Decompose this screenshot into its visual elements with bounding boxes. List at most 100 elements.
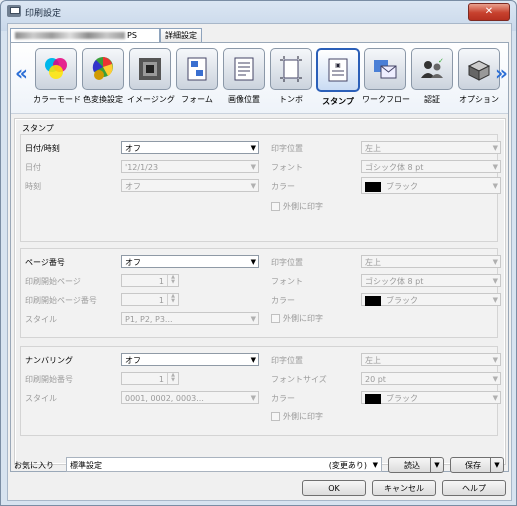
tool-image-position[interactable]: 画像位置 (221, 47, 267, 109)
stamp-icon: ▣ (328, 58, 348, 82)
stamp-section: スタンプ 日付/時刻 オフ ▼ 日付 '12/1/23 ▼ 時刻 オフ ▼ 印字位置 … (14, 118, 506, 465)
image-position-icon (234, 57, 254, 81)
position-value: 左上 (365, 144, 381, 153)
page-number-group: ページ番号 オフ ▼ 印刷開始ページ 1 ▲ ▼ 印刷開始ページ番号 1 ▲ ▼ スタイル… (20, 248, 501, 338)
page-position-select[interactable]: 左上 ▼ (361, 255, 501, 268)
chevron-down-icon: ▼ (492, 182, 498, 190)
tool-color-mode[interactable]: カラーモード (33, 47, 81, 109)
scroll-left-icon[interactable]: « (15, 61, 28, 85)
page-number-select[interactable]: オフ ▼ (121, 255, 259, 268)
tab-advanced[interactable]: 詳細設定 (160, 28, 202, 43)
tool-label: イメージング (127, 95, 175, 104)
svg-text:▣: ▣ (335, 62, 341, 69)
numbering-color-select[interactable]: ブラック ▼ (361, 391, 501, 404)
tool-workflow[interactable]: ワークフロー (362, 47, 410, 109)
time-label: 時刻 (25, 182, 41, 191)
tool-color-conversion[interactable]: 色変換設定 (80, 47, 126, 109)
time-select[interactable]: オフ ▼ (121, 179, 259, 192)
date-select[interactable]: '12/1/23 ▼ (121, 160, 259, 173)
cancel-button[interactable]: キャンセル (372, 480, 436, 496)
tool-label: オプション (459, 95, 499, 104)
datetime-position-select[interactable]: 左上 ▼ (361, 141, 501, 154)
color-wheel-icon (92, 57, 113, 80)
chevron-down-icon: ▼ (250, 394, 256, 402)
datetime-color-select[interactable]: ブラック ▼ (361, 177, 501, 194)
ok-button[interactable]: OK (302, 480, 366, 496)
print-settings-window: 印刷設定 ✕ PS 詳細設定 « カラーモード 色変換設定 イメージング フォー… (0, 0, 517, 506)
time-value: オフ (125, 182, 141, 191)
load-label: 読込 (404, 461, 420, 470)
start-number-stepper[interactable]: 1 ▲ ▼ (121, 372, 179, 385)
save-label: 保存 (465, 461, 481, 470)
page-number-label: ページ番号 (25, 258, 65, 267)
scroll-right-icon[interactable]: » (495, 61, 508, 85)
stepper-arrows-icon[interactable]: ▲ ▼ (167, 373, 178, 384)
load-button[interactable]: 読込 ▼ (388, 457, 444, 473)
tool-label: 認証 (424, 95, 440, 104)
numbering-font-size-select[interactable]: 20 pt ▼ (361, 372, 501, 385)
tool-label: ワークフロー (362, 95, 410, 104)
start-page-number-label: 印刷開始ページ番号 (25, 296, 97, 305)
tool-crop-marks[interactable]: トンボ (268, 47, 314, 109)
chevron-down-icon: ▼ (492, 144, 498, 152)
numbering-select[interactable]: オフ ▼ (121, 353, 259, 366)
tool-imaging[interactable]: イメージング (127, 47, 175, 109)
checkbox-label: 外側に印字 (283, 314, 323, 323)
numbering-style-label: スタイル (25, 394, 57, 403)
start-number-value: 1 (158, 375, 164, 384)
chevron-down-icon: ▼ (492, 163, 498, 171)
chevron-down-icon: ▼ (372, 461, 378, 469)
date-label: 日付 (25, 163, 41, 172)
page-style-select[interactable]: P1, P2, P3... ▼ (121, 312, 259, 325)
save-button[interactable]: 保存 ▼ (450, 457, 504, 473)
blurred-printer-name (15, 32, 125, 39)
chevron-down-icon: ▼ (492, 296, 498, 304)
close-button[interactable]: ✕ (468, 3, 510, 21)
datetime-font-label: フォント (271, 163, 303, 172)
stepper-arrows-icon[interactable]: ▲ ▼ (167, 294, 178, 305)
style-value: 0001, 0002, 0003... (125, 394, 204, 403)
datetime-select[interactable]: オフ ▼ (121, 141, 259, 154)
datetime-outside-checkbox[interactable]: 外側に印字 (271, 201, 323, 212)
start-page-stepper[interactable]: 1 ▲ ▼ (121, 274, 179, 287)
tool-label: フォーム (181, 95, 213, 104)
chevron-down-icon[interactable]: ▼ (430, 458, 443, 472)
tool-stamp[interactable]: ▣ スタンプ (315, 47, 361, 109)
datetime-color-label: カラー (271, 182, 295, 191)
imaging-icon (139, 58, 161, 80)
workflow-icon (374, 60, 397, 79)
form-icon (187, 57, 207, 81)
tool-label: スタンプ (322, 97, 354, 106)
chevron-down-icon: ▼ (492, 394, 498, 402)
title-bar: 印刷設定 ✕ (1, 1, 516, 23)
page-number-value: オフ (125, 258, 141, 267)
font-value: ゴシック体 8 pt (365, 277, 424, 286)
printer-icon (7, 5, 21, 17)
settings-panel: « カラーモード 色変換設定 イメージング フォーム 画像位置 トンボ ▣ スタ… (10, 42, 509, 472)
favorites-row: お気に入り 標準設定 (変更あり) ▼ 読込 ▼ 保存 ▼ (10, 456, 507, 475)
stepper-arrows-icon[interactable]: ▲ ▼ (167, 275, 178, 286)
favorites-select[interactable]: 標準設定 (変更あり) ▼ (66, 457, 382, 472)
numbering-position-select[interactable]: 左上 ▼ (361, 353, 501, 366)
chevron-down-icon[interactable]: ▼ (490, 458, 503, 472)
tool-form[interactable]: フォーム (174, 47, 220, 109)
tool-authentication[interactable]: ✓ 認証 (409, 47, 455, 109)
numbering-style-select[interactable]: 0001, 0002, 0003... ▼ (121, 391, 259, 404)
chevron-down-icon: ▼ (492, 277, 498, 285)
numbering-group: ナンバリング オフ ▼ 印刷開始番号 1 ▲ ▼ スタイル 0001, 0002, 0… (20, 346, 501, 436)
numbering-color-label: カラー (271, 394, 295, 403)
chevron-down-icon: ▼ (492, 375, 498, 383)
start-page-value: 1 (158, 277, 164, 286)
position-value: 左上 (365, 258, 381, 267)
start-page-number-stepper[interactable]: 1 ▲ ▼ (121, 293, 179, 306)
page-font-select[interactable]: ゴシック体 8 pt ▼ (361, 274, 501, 287)
tool-label: トンボ (279, 95, 303, 104)
page-color-select[interactable]: ブラック ▼ (361, 293, 501, 306)
datetime-font-select[interactable]: ゴシック体 8 pt ▼ (361, 160, 501, 173)
datetime-group: 日付/時刻 オフ ▼ 日付 '12/1/23 ▼ 時刻 オフ ▼ 印字位置 左上 ▼ フ… (20, 134, 501, 242)
numbering-position-label: 印字位置 (271, 356, 303, 365)
checkbox-box (271, 202, 280, 211)
numbering-outside-checkbox[interactable]: 外側に印字 (271, 411, 323, 422)
help-button[interactable]: ヘルプ (442, 480, 506, 496)
page-outside-checkbox[interactable]: 外側に印字 (271, 313, 323, 324)
